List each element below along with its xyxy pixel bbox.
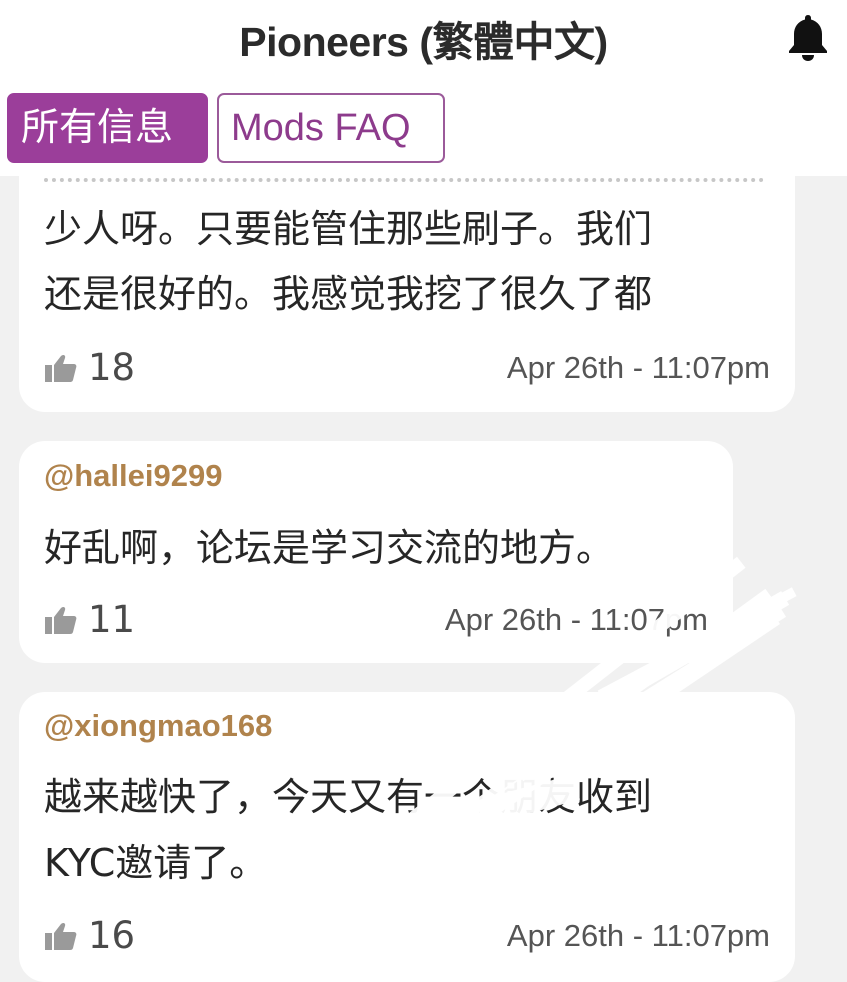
post-text-line: 好乱啊，论坛是学习交流的地方。: [44, 526, 615, 570]
post-text-line: 少人呀。只要能管住那些刷子。我们: [44, 207, 653, 251]
thumbs-up-icon: [45, 606, 77, 634]
like-count: 11: [88, 598, 136, 641]
page-title: Pioneers (繁體中文): [239, 19, 608, 65]
post-text-line: 还是很好的。我感觉我挖了很久了都: [44, 272, 653, 316]
like-button[interactable]: 11: [44, 598, 135, 641]
post-author[interactable]: @hallei9299: [44, 458, 222, 494]
post-timestamp: Apr 26th - 11:07pm: [506, 350, 770, 385]
thumbs-up-icon: [45, 354, 77, 382]
like-button[interactable]: 16: [44, 914, 135, 957]
like-count: 16: [88, 914, 136, 957]
app-header: Pioneers (繁體中文) 所有信息 Mods FAQ: [0, 0, 847, 176]
bell-icon[interactable]: [786, 12, 830, 62]
post-author[interactable]: @xiongmao168: [44, 708, 272, 744]
like-count: 18: [88, 346, 136, 389]
post-card: @hallei9299 好乱啊，论坛是学习交流的地方。 11 Apr 26th …: [19, 441, 733, 663]
tab-all-messages[interactable]: 所有信息: [7, 93, 208, 163]
thumbs-up-icon: [45, 922, 77, 950]
post-timestamp: Apr 26th - 11:07pm: [506, 918, 770, 953]
post-card: @xiongmao168 越来越快了，今天又有一个朋友收到 KYC邀请了。 16…: [19, 692, 795, 982]
tab-mods-faq[interactable]: Mods FAQ: [217, 93, 445, 163]
like-button[interactable]: 18: [44, 346, 135, 389]
post-text-line: KYC邀请了。: [44, 841, 268, 885]
post-card: 少人呀。只要能管住那些刷子。我们 还是很好的。我感觉我挖了很久了都 18 Apr…: [19, 150, 795, 412]
